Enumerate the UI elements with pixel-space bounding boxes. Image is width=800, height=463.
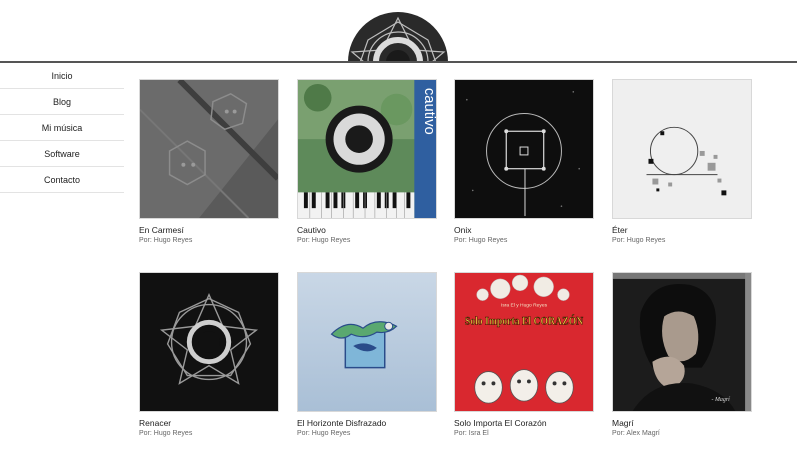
album-artist-name: Hugo Reyes bbox=[468, 237, 508, 244]
album-art: - Magrí bbox=[613, 273, 751, 411]
album-artist: Por: Hugo Reyes bbox=[454, 237, 507, 244]
album-art bbox=[298, 273, 436, 411]
album-artist-prefix: Por: bbox=[612, 237, 625, 244]
mandala-logo-icon bbox=[348, 12, 448, 62]
sidebar-item-blog[interactable]: Blog bbox=[0, 89, 124, 115]
sidebar-item-mi-musica[interactable]: Mi música bbox=[0, 115, 124, 141]
album-artist: Por: Hugo Reyes bbox=[139, 237, 192, 244]
album-artist-prefix: Por: bbox=[454, 237, 467, 244]
album-card[interactable]: En Carmesí Por: Hugo Reyes bbox=[136, 76, 282, 252]
album-cover-cautivo[interactable]: cautivo bbox=[297, 79, 437, 219]
album-title[interactable]: Cautivo bbox=[297, 225, 326, 235]
album-artist: Por: Hugo Reyes bbox=[139, 430, 192, 437]
album-card[interactable]: Éter Por: Hugo Reyes bbox=[609, 76, 755, 252]
album-artist: Por: Alex Magrí bbox=[612, 430, 660, 437]
album-art: cautivo bbox=[298, 80, 436, 218]
album-art bbox=[140, 80, 278, 218]
album-cover-solo-importa-el-corazon[interactable]: Isra El y Hugo Reyes Solo Importa El COR… bbox=[454, 272, 594, 412]
album-card[interactable]: Onix Por: Hugo Reyes bbox=[451, 76, 597, 252]
album-artist-name: Hugo Reyes bbox=[311, 237, 351, 244]
sidebar-item-software[interactable]: Software bbox=[0, 141, 124, 167]
album-title[interactable]: Magrí bbox=[612, 418, 634, 428]
sidebar-item-label: Blog bbox=[52, 96, 71, 107]
album-card[interactable]: cautivo Cautivo Por: Hugo Reyes bbox=[294, 76, 440, 252]
album-artist-prefix: Por: bbox=[139, 237, 152, 244]
album-cover-subtext: Isra El y Hugo Reyes bbox=[501, 303, 548, 309]
album-cover-text: Solo Importa El CORAZÓN bbox=[465, 313, 584, 327]
album-artist: Por: Isra El bbox=[454, 430, 489, 437]
album-artist: Por: Hugo Reyes bbox=[297, 237, 350, 244]
album-artist-name: Alex Magrí bbox=[626, 430, 660, 437]
album-artist-name: Hugo Reyes bbox=[311, 430, 351, 437]
album-art bbox=[455, 80, 593, 218]
album-artist-prefix: Por: bbox=[454, 430, 467, 437]
album-cover-en-carmesi[interactable] bbox=[139, 79, 279, 219]
album-title[interactable]: En Carmesí bbox=[139, 225, 184, 235]
sidebar-item-label: Contacto bbox=[43, 174, 81, 185]
album-cover-onix[interactable] bbox=[454, 79, 594, 219]
album-card[interactable]: - Magrí Magrí Por: Alex Magrí bbox=[609, 269, 755, 445]
album-cover-text: - Magrí bbox=[712, 397, 732, 403]
sidebar-nav: Inicio Blog Mi música Software Contacto bbox=[0, 63, 124, 193]
sidebar-item-label: Inicio bbox=[51, 70, 73, 81]
site-logo[interactable] bbox=[346, 12, 450, 62]
album-artist-prefix: Por: bbox=[139, 430, 152, 437]
album-artist-name: Hugo Reyes bbox=[153, 430, 193, 437]
album-art bbox=[140, 273, 278, 411]
album-artist-prefix: Por: bbox=[612, 430, 625, 437]
album-cover-el-horizonte-disfrazado[interactable] bbox=[297, 272, 437, 412]
album-artist: Por: Hugo Reyes bbox=[612, 237, 665, 244]
sidebar-item-contacto[interactable]: Contacto bbox=[0, 167, 124, 193]
album-art bbox=[613, 80, 751, 218]
album-art: Isra El y Hugo Reyes Solo Importa El COR… bbox=[455, 273, 593, 411]
album-title[interactable]: Solo Importa El Corazón bbox=[454, 418, 547, 428]
album-artist-name: Isra El bbox=[468, 430, 489, 437]
album-cover-renacer[interactable] bbox=[139, 272, 279, 412]
album-title[interactable]: Renacer bbox=[139, 418, 171, 428]
album-card[interactable]: Isra El y Hugo Reyes Solo Importa El COR… bbox=[451, 269, 597, 445]
sidebar-item-label: Software bbox=[44, 148, 80, 159]
album-artist: Por: Hugo Reyes bbox=[297, 430, 350, 437]
album-cover-text: cautivo bbox=[421, 88, 436, 135]
album-artist-prefix: Por: bbox=[297, 237, 310, 244]
album-artist-name: Hugo Reyes bbox=[153, 237, 193, 244]
album-card[interactable]: Renacer Por: Hugo Reyes bbox=[136, 269, 282, 445]
album-title[interactable]: El Horizonte Disfrazado bbox=[297, 418, 386, 428]
album-card[interactable]: El Horizonte Disfrazado Por: Hugo Reyes bbox=[294, 269, 440, 445]
album-artist-prefix: Por: bbox=[297, 430, 310, 437]
album-title[interactable]: Éter bbox=[612, 225, 628, 235]
sidebar-item-label: Mi música bbox=[41, 122, 83, 133]
album-title[interactable]: Onix bbox=[454, 225, 471, 235]
album-cover-eter[interactable] bbox=[612, 79, 752, 219]
album-artist-name: Hugo Reyes bbox=[626, 237, 666, 244]
album-cover-magri[interactable]: - Magrí bbox=[612, 272, 752, 412]
sidebar-item-inicio[interactable]: Inicio bbox=[0, 63, 124, 89]
